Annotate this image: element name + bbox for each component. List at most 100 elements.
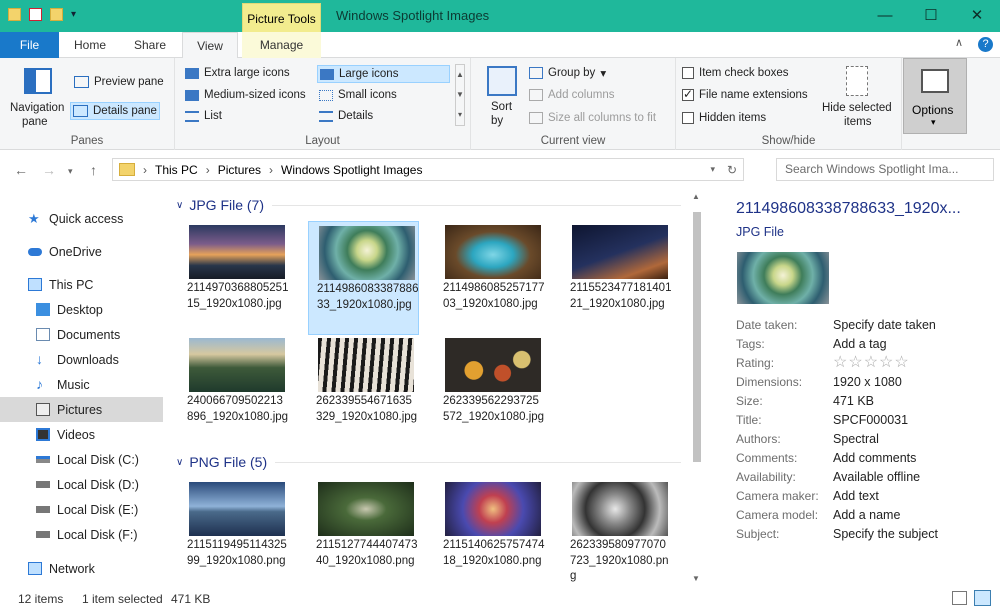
- recent-locations-icon[interactable]: ▾: [68, 166, 73, 177]
- dropdown-arrow-icon: ▾: [600, 68, 607, 80]
- file-thumbnail[interactable]: 262339562293725572_1920x1080.jpg: [435, 334, 546, 448]
- medium-icons-option[interactable]: Medium-sized icons: [185, 89, 306, 101]
- nav-pictures[interactable]: Pictures: [0, 397, 163, 422]
- nav-quick-access[interactable]: ★ Quick access: [0, 206, 163, 231]
- address-bar[interactable]: › This PC › Pictures › Windows Spotlight…: [112, 158, 744, 181]
- address-dropdown-icon[interactable]: ▾: [710, 164, 715, 175]
- breadcrumb-this-pc[interactable]: This PC: [155, 163, 198, 177]
- prop-value: 471 KB: [833, 394, 875, 408]
- prop-value[interactable]: Specify date taken: [833, 318, 936, 332]
- help-icon[interactable]: ?: [978, 37, 993, 52]
- navigation-pane: ★ Quick access OneDrive This PC Desktop D…: [0, 188, 165, 587]
- minimize-button[interactable]: —: [862, 0, 908, 32]
- nav-this-pc[interactable]: This PC: [0, 272, 163, 297]
- scroll-down-icon[interactable]: ▼: [692, 574, 700, 583]
- file-extensions-toggle[interactable]: File name extensions: [682, 87, 808, 101]
- prop-label: Camera maker:: [736, 489, 819, 503]
- tab-manage[interactable]: Manage: [242, 32, 321, 58]
- refresh-icon[interactable]: ↻: [727, 163, 737, 177]
- hide-selected-button[interactable]: Hide selected: [822, 102, 892, 114]
- search-input[interactable]: Search Windows Spotlight Ima...: [776, 158, 994, 181]
- breadcrumb-pictures[interactable]: Pictures: [218, 163, 261, 177]
- prop-value[interactable]: Spectral: [833, 432, 879, 446]
- details-option[interactable]: Details: [319, 110, 373, 122]
- image-thumbnail: [445, 225, 541, 279]
- prop-value[interactable]: Add text: [833, 489, 879, 503]
- file-thumbnail[interactable]: 262339580977070723_1920x1080.png: [562, 478, 673, 587]
- file-thumbnail[interactable]: 262339554671635329_1920x1080.jpg: [308, 334, 419, 448]
- group-by-button[interactable]: Group by ▾: [529, 66, 606, 80]
- list-icon: [185, 110, 199, 122]
- folder-icon[interactable]: [8, 8, 21, 21]
- image-thumbnail: [572, 482, 668, 536]
- add-columns-button[interactable]: Add columns: [529, 89, 614, 101]
- prop-value[interactable]: Add a tag: [833, 337, 887, 351]
- nav-local-disk-c[interactable]: Local Disk (C:): [0, 447, 163, 472]
- details-icon: [319, 110, 333, 122]
- hide-selected-label: items: [844, 116, 872, 128]
- extra-large-icons-option[interactable]: Extra large icons: [185, 67, 290, 79]
- nav-network[interactable]: Network: [0, 556, 163, 581]
- file-thumbnail[interactable]: 211512774440747340_1920x1080.png: [308, 478, 419, 587]
- close-button[interactable]: ✕: [954, 0, 1000, 32]
- file-thumbnail[interactable]: 211511949511432599_1920x1080.png: [179, 478, 290, 587]
- file-thumbnail[interactable]: 240066709502213896_1920x1080.jpg: [179, 334, 290, 448]
- file-thumbnail[interactable]: 211498608525717703_1920x1080.jpg: [435, 221, 546, 335]
- up-arrow-icon[interactable]: ↑: [90, 162, 97, 178]
- maximize-button[interactable]: ☐: [908, 0, 954, 32]
- tab-home[interactable]: Home: [64, 32, 116, 58]
- prop-value[interactable]: Specify the subject: [833, 527, 938, 541]
- forward-arrow-icon[interactable]: →: [42, 162, 56, 178]
- hidden-items-toggle[interactable]: Hidden items: [682, 112, 766, 124]
- layout-scroll[interactable]: ▲ ▼ ▾: [455, 64, 465, 126]
- prop-value[interactable]: SPCF000031: [833, 413, 908, 427]
- prop-value[interactable]: Add comments: [833, 451, 916, 465]
- list-option[interactable]: List: [185, 110, 222, 122]
- nav-downloads[interactable]: ↓ Downloads: [0, 347, 163, 372]
- vertical-scrollbar[interactable]: ▲ ▼: [688, 188, 706, 587]
- rating-stars[interactable]: ☆☆☆☆☆: [833, 352, 910, 372]
- size-columns-icon: [529, 112, 543, 124]
- file-thumbnail[interactable]: 211497036880525115_1920x1080.jpg: [179, 221, 290, 335]
- nav-local-disk-d[interactable]: Local Disk (D:): [0, 472, 163, 497]
- navigation-pane-button[interactable]: Navigation: [10, 102, 64, 114]
- small-icons-option[interactable]: Small icons: [319, 89, 397, 101]
- nav-local-disk-f[interactable]: Local Disk (F:): [0, 522, 163, 547]
- file-thumbnail-selected[interactable]: 211498608338788633_1920x1080.jpg: [308, 221, 419, 335]
- nav-onedrive[interactable]: OneDrive: [0, 239, 163, 264]
- item-check-boxes-toggle[interactable]: Item check boxes: [682, 67, 788, 79]
- back-arrow-icon[interactable]: ←: [14, 162, 28, 178]
- tab-file[interactable]: File: [0, 32, 59, 58]
- sort-by-button[interactable]: Sort: [491, 101, 512, 113]
- details-pane-label: Details pane: [93, 105, 157, 117]
- nav-desktop[interactable]: Desktop: [0, 297, 163, 322]
- new-folder-icon[interactable]: [50, 8, 63, 21]
- group-header-jpg[interactable]: ∨ JPG File (7): [176, 194, 681, 216]
- prop-label: Comments:: [736, 451, 798, 465]
- large-icons-view-icon[interactable]: [974, 590, 991, 606]
- size-columns-button[interactable]: Size all columns to fit: [529, 112, 656, 124]
- large-icons-option[interactable]: Large icons: [317, 65, 450, 83]
- preview-pane-button[interactable]: Preview pane: [72, 74, 166, 90]
- nav-documents[interactable]: Documents: [0, 322, 163, 347]
- file-thumbnail[interactable]: 211514062575747418_1920x1080.png: [435, 478, 546, 587]
- details-pane-button[interactable]: Details pane: [70, 102, 160, 120]
- customize-toolbar-icon[interactable]: ▾: [71, 8, 79, 21]
- scrollbar-thumb[interactable]: [693, 212, 701, 462]
- details-view-icon[interactable]: [952, 591, 967, 605]
- options-button[interactable]: Options ▾: [903, 58, 967, 134]
- group-header-png[interactable]: ∨ PNG File (5): [176, 451, 681, 473]
- prop-value[interactable]: Add a name: [833, 508, 900, 522]
- navigation-pane-icon: [24, 68, 52, 94]
- nav-videos[interactable]: Videos: [0, 422, 163, 447]
- nav-local-disk-e[interactable]: Local Disk (E:): [0, 497, 163, 522]
- minimize-ribbon-icon[interactable]: ∧: [955, 36, 963, 49]
- tab-view[interactable]: View: [182, 32, 238, 59]
- nav-music[interactable]: ♪ Music: [0, 372, 163, 397]
- scroll-up-icon[interactable]: ▲: [692, 192, 700, 201]
- properties-icon[interactable]: [29, 8, 42, 21]
- address-bar-row: ← → ▾ ↑ › This PC › Pictures › Windows S…: [0, 150, 1000, 188]
- breadcrumb-spotlight[interactable]: Windows Spotlight Images: [281, 163, 422, 177]
- file-thumbnail[interactable]: 211552347718140121_1920x1080.jpg: [562, 221, 673, 335]
- tab-share[interactable]: Share: [122, 32, 178, 58]
